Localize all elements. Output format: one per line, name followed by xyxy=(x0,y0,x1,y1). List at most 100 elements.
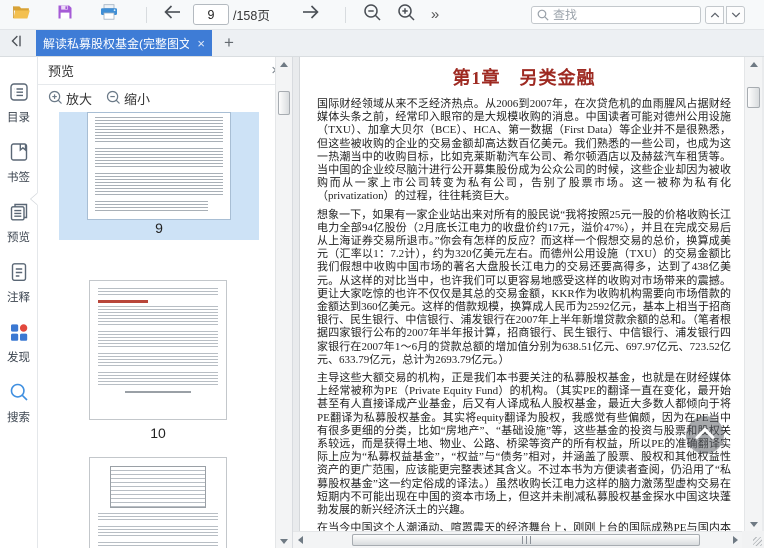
paragraph: 想象一下，如果有一家企业站出来对所有的股民说“我将按照25元一股的价格收购长江电… xyxy=(317,208,731,366)
printer-icon xyxy=(100,4,118,25)
sidebar-item-label: 书签 xyxy=(7,172,30,184)
back-to-top-button[interactable] xyxy=(686,416,724,454)
zoom-out-icon xyxy=(363,3,382,27)
scrollbar-thumb[interactable] xyxy=(352,534,700,546)
page-total-label: /158页 xyxy=(233,9,270,23)
chevron-up-icon xyxy=(694,426,716,445)
zoom-in-button[interactable] xyxy=(397,3,416,27)
thumbnail-zoom-in-button[interactable]: 放大 xyxy=(48,89,92,108)
preview-panel: 预览 × 放大 缩小 xyxy=(38,57,293,548)
thumbnail-page-number: 10 xyxy=(150,425,166,441)
save-floppy-icon xyxy=(57,4,73,25)
tab-bar: 解读私募股权基金(完整图文版)[ × + xyxy=(0,30,764,57)
collapse-left-icon xyxy=(8,33,24,54)
sidebar-item-label: 注释 xyxy=(7,292,30,304)
chevron-down-icon xyxy=(731,6,741,24)
active-panel-notch xyxy=(31,193,38,205)
triangle-right-icon xyxy=(732,536,738,544)
collapse-sidebar-button[interactable] xyxy=(0,30,32,56)
thumbnail-page-number: 9 xyxy=(155,220,163,236)
paragraph: 主导这些大额交易的机构，正是我们本书要关注的私募股权基金，也就是在财经媒体上经常… xyxy=(317,372,731,517)
arrow-right-icon xyxy=(301,4,321,25)
document-page: 第1章 另类金融 国际财经领域从来不乏经济热点。从2006到2007年，在次贷危… xyxy=(299,57,745,531)
triangle-up-icon xyxy=(280,61,288,67)
sidebar-item-label: 搜索 xyxy=(7,412,30,424)
toc-icon xyxy=(8,81,30,108)
sidebar-item-label: 发现 xyxy=(7,352,30,364)
new-tab-button[interactable]: + xyxy=(212,30,246,56)
preview-panel-header: 预览 × xyxy=(38,57,292,85)
save-button[interactable] xyxy=(57,4,73,25)
zoom-out-circle-icon xyxy=(106,90,121,108)
zoom-in-circle-icon xyxy=(48,90,63,108)
open-file-button[interactable] xyxy=(12,4,31,26)
chevron-up-icon xyxy=(710,6,720,24)
paragraph: 在当今中国这个人潮涌动、喧嚣震天的经济舞台上，刚刚上台的国际成熟PE与国内本土P… xyxy=(317,522,731,531)
toolbar-separator xyxy=(146,6,147,23)
scrollbar-thumb[interactable] xyxy=(278,91,290,115)
arrow-left-icon xyxy=(162,4,182,25)
prev-page-button[interactable] xyxy=(162,4,182,25)
sidebar-item-annotations[interactable]: 注释 xyxy=(7,261,30,305)
sidebar-tabs: 目录 书签 预览 注释 发现 搜索 xyxy=(0,57,38,548)
page-number-input[interactable] xyxy=(193,4,229,25)
document-area: 第1章 另类金融 国际财经领域从来不乏经济热点。从2006到2007年，在次贷危… xyxy=(293,57,764,548)
page-thumbnail[interactable] xyxy=(89,280,227,420)
toolbar-separator xyxy=(344,6,346,23)
sidebar-item-label: 预览 xyxy=(7,232,30,244)
preview-pages-icon xyxy=(8,201,30,228)
thumbnail-scrollbar[interactable] xyxy=(275,57,292,548)
scroll-left-button[interactable] xyxy=(293,532,307,548)
thumbnail-list: 9 10 xyxy=(38,112,292,548)
folder-open-icon xyxy=(12,4,31,26)
triangle-down-icon xyxy=(280,538,288,544)
document-tab-title: 解读私募股权基金(完整图文版)[ xyxy=(43,36,189,51)
find-next-button[interactable] xyxy=(726,5,745,24)
sidebar-item-search[interactable]: 搜索 xyxy=(7,381,30,425)
selected-thumbnail-highlight: 9 xyxy=(59,112,259,240)
discover-icon xyxy=(8,321,30,348)
scroll-down-button[interactable] xyxy=(276,534,292,548)
scroll-up-button[interactable] xyxy=(276,57,292,71)
search-magnifier-icon xyxy=(8,381,30,408)
chapter-title: 第1章 另类金融 xyxy=(452,68,596,88)
find-previous-button[interactable] xyxy=(705,5,724,24)
bookmark-icon xyxy=(8,141,30,168)
scroll-right-button[interactable] xyxy=(728,532,742,548)
resize-corner xyxy=(742,531,764,548)
preview-panel-title: 预览 xyxy=(48,64,75,79)
pdf-reader-window: /158页 » xyxy=(0,0,764,548)
sidebar-item-discover[interactable]: 发现 xyxy=(7,321,30,365)
print-button[interactable] xyxy=(100,4,118,25)
page-thumbnail[interactable] xyxy=(89,457,227,548)
preview-zoom-controls: 放大 缩小 xyxy=(38,85,292,112)
scrollbar-grip xyxy=(521,536,531,544)
document-tab[interactable]: 解读私募股权基金(完整图文版)[ × xyxy=(36,30,212,56)
search-input[interactable] xyxy=(553,7,695,22)
scroll-up-button[interactable] xyxy=(745,57,762,71)
next-page-button[interactable] xyxy=(301,4,321,25)
body-row: 目录 书签 预览 注释 发现 搜索 预览 放大 缩小 9 10 第1章 另类金融… xyxy=(0,57,764,548)
annotation-icon xyxy=(8,261,30,288)
scrollbar-thumb[interactable] xyxy=(747,87,760,108)
main-toolbar: /158页 » xyxy=(0,0,764,30)
vertical-scrollbar[interactable] xyxy=(744,57,762,531)
zoom-out-label: 缩小 xyxy=(124,92,151,107)
page-thumbnail[interactable] xyxy=(87,112,231,220)
zoom-out-button[interactable] xyxy=(363,3,382,27)
horizontal-scrollbar[interactable] xyxy=(293,531,742,548)
scroll-down-button[interactable] xyxy=(745,517,762,531)
sidebar-item-bookmarks[interactable]: 书签 xyxy=(7,141,30,185)
paragraph: 国际财经领域从来不乏经济热点。从2006到2007年，在次贷危机的血雨腥风占据财… xyxy=(317,98,731,203)
sidebar-item-label: 目录 xyxy=(7,112,30,124)
tab-close-icon[interactable]: × xyxy=(197,37,205,50)
zoom-in-label: 放大 xyxy=(66,92,93,107)
search-icon xyxy=(537,9,549,21)
sidebar-item-preview[interactable]: 预览 xyxy=(7,201,30,245)
more-tools-button[interactable]: » xyxy=(431,6,439,23)
thumbnail-zoom-out-button[interactable]: 缩小 xyxy=(106,89,150,108)
sidebar-item-toc[interactable]: 目录 xyxy=(7,81,30,125)
triangle-left-icon xyxy=(297,536,303,544)
zoom-in-icon xyxy=(397,3,416,27)
triangle-up-icon xyxy=(749,61,758,67)
